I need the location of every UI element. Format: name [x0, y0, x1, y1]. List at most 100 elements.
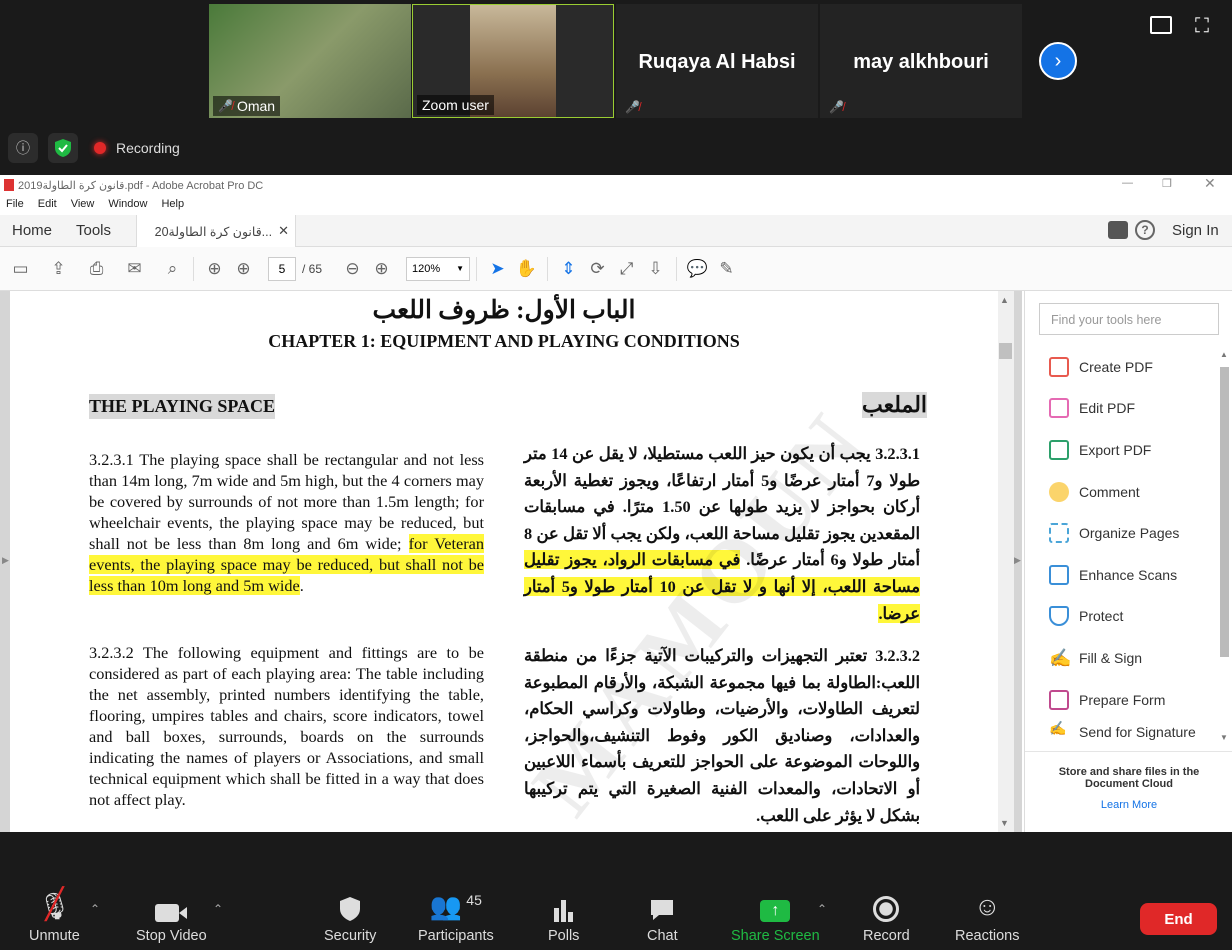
tool-export-pdf[interactable]: Export PDF — [1025, 429, 1217, 471]
tool-create-pdf[interactable]: Create PDF — [1025, 346, 1217, 388]
comment-tool-icon — [1049, 481, 1069, 502]
left-pane-toggle-icon[interactable]: ▶ — [2, 555, 9, 566]
tool-edit-pdf[interactable]: Edit PDF — [1025, 388, 1217, 430]
zoom-out-icon[interactable]: ⊖ — [338, 254, 367, 283]
zoom-in-icon[interactable]: ⊕ — [367, 254, 396, 283]
vertical-scrollbar[interactable]: ▲ ▼ — [998, 291, 1014, 832]
scroll-up-icon[interactable]: ▲ — [1220, 350, 1228, 359]
fullscreen-icon[interactable]: ⛶ — [1195, 15, 1209, 38]
menu-help[interactable]: Help — [161, 198, 184, 210]
chat-button[interactable]: Chat — [647, 892, 678, 944]
menu-edit[interactable]: Edit — [38, 198, 57, 210]
comment-icon[interactable]: 💬 — [683, 254, 712, 283]
tool-label: Fill & Sign — [1079, 649, 1143, 666]
restore-icon[interactable]: ❐ — [1162, 177, 1172, 190]
learn-more-link[interactable]: Learn More — [1043, 799, 1215, 811]
recording-dot-icon — [94, 142, 106, 154]
paragraph-1-english: 3.2.3.1 The playing space shall be recta… — [89, 449, 484, 596]
section-heading-arabic: الملعب — [862, 392, 928, 418]
zoom-level-select[interactable]: 120% ▼ — [406, 256, 471, 281]
close-icon[interactable]: ✕ — [1204, 175, 1216, 192]
polls-chart-icon — [553, 892, 575, 922]
audio-options-chevron-icon[interactable]: ⌃ — [90, 902, 100, 916]
scroll-down-icon[interactable]: ▼ — [1220, 733, 1228, 742]
tool-enhance-scans[interactable]: Enhance Scans — [1025, 554, 1217, 596]
record-icon — [873, 892, 900, 922]
info-icon[interactable]: ⓘ — [8, 133, 38, 163]
menu-file[interactable]: File — [6, 198, 24, 210]
window-title: قانون كرة الطاولة2019.pdf - Adobe Acroba… — [18, 179, 264, 192]
menu-window[interactable]: Window — [108, 198, 147, 210]
email-icon[interactable]: ✉ — [120, 254, 149, 283]
upload-icon[interactable]: ⇪ — [44, 254, 73, 283]
tool-organize-pages[interactable]: Organize Pages — [1025, 512, 1217, 554]
scroll-thumb[interactable] — [1220, 367, 1229, 657]
print-icon[interactable]: ⎙ — [82, 254, 111, 283]
prev-page-icon[interactable]: ⊕ — [200, 254, 229, 283]
share-options-chevron-icon[interactable]: ⌃ — [817, 902, 827, 916]
sign-in-link[interactable]: Sign In — [1172, 222, 1219, 239]
polls-button[interactable]: Polls — [548, 892, 579, 944]
page-number-input[interactable]: 5 — [268, 256, 296, 281]
acrobat-window: قانون كرة الطاولة2019.pdf - Adobe Acroba… — [0, 175, 1232, 832]
polls-label: Polls — [548, 928, 580, 944]
zoom-controls-bar: 🎙 ╱ Unmute ⌃ Stop Video ⌃ Security 👥 45 Part… — [0, 832, 1232, 950]
record-button[interactable]: Record — [863, 892, 910, 944]
save-icon[interactable]: ▭ — [6, 254, 35, 283]
participant-tile[interactable]: Ruqaya Al Habsi 🎤̸ — [616, 4, 818, 118]
tab-tools[interactable]: Tools — [76, 222, 111, 239]
menu-view[interactable]: View — [71, 198, 95, 210]
comment-bubble-icon[interactable] — [1108, 221, 1128, 239]
unmute-button[interactable]: 🎙 ╱ Unmute — [29, 888, 80, 944]
main-toolbar: ▭ ⇪ ⎙ ✉ ⌕ ⊕ ⊕ 5 / 65 ⊖ ⊕ 120% ▼ ➤ ✋ ⇕ ⟳ ⤢… — [0, 247, 1232, 291]
scroll-mode-icon[interactable]: ⇩ — [641, 254, 670, 283]
rotate-icon[interactable]: ⟳ — [583, 254, 612, 283]
cloud-promo-text: Store and share files in the Document Cl… — [1058, 766, 1200, 790]
right-pane-toggle-icon[interactable]: ▶ — [1014, 555, 1021, 566]
help-icon[interactable]: ? — [1135, 220, 1155, 240]
participant-tile[interactable]: may alkhbouri 🎤̸ — [820, 4, 1022, 118]
tool-comment[interactable]: Comment — [1025, 471, 1217, 513]
minimize-icon[interactable]: — — [1122, 177, 1133, 189]
tool-protect[interactable]: Protect — [1025, 596, 1217, 638]
view-layout-icon[interactable] — [1150, 16, 1172, 34]
section-heading-english: THE PLAYING SPACE — [89, 394, 276, 419]
video-options-chevron-icon[interactable]: ⌃ — [213, 902, 223, 916]
close-tab-icon[interactable]: ✕ — [278, 223, 289, 239]
scroll-up-icon[interactable]: ▲ — [1000, 295, 1009, 305]
scroll-thumb[interactable] — [999, 343, 1012, 359]
tools-search-input[interactable]: Find your tools here — [1039, 303, 1219, 335]
tool-send-signature[interactable]: ✍ Send for Signature — [1025, 720, 1217, 740]
hand-tool-icon[interactable]: ✋ — [512, 254, 541, 283]
participant-tile[interactable]: 🎤̸ Oman — [209, 4, 411, 118]
fit-page-icon[interactable]: ⇕ — [554, 254, 583, 283]
next-page-arrow-icon[interactable]: › — [1039, 42, 1077, 80]
select-cursor-icon[interactable]: ➤ — [483, 254, 512, 283]
tab-home[interactable]: Home — [12, 222, 52, 239]
chevron-down-icon: ▼ — [456, 264, 465, 273]
participants-button[interactable]: 👥 45 Participants — [418, 891, 494, 944]
share-screen-button[interactable]: ↑ Share Screen — [731, 892, 820, 944]
tab-document[interactable]: قانون كرة الطاولة20... ✕ — [136, 215, 296, 247]
participants-icon: 👥 45 — [429, 891, 482, 921]
reactions-button[interactable]: ☺ Reactions — [955, 891, 1019, 944]
highlight-pen-icon[interactable]: ✎ — [712, 254, 741, 283]
end-meeting-button[interactable]: End — [1140, 903, 1217, 935]
search-icon[interactable]: ⌕ — [158, 254, 187, 283]
tool-fill-sign[interactable]: ✍ Fill & Sign — [1025, 637, 1217, 679]
chapter-title-english: CHAPTER 1: EQUIPMENT AND PLAYING CONDITI… — [268, 331, 740, 351]
scroll-down-icon[interactable]: ▼ — [1000, 818, 1009, 828]
stop-video-button[interactable]: Stop Video — [136, 892, 207, 944]
tool-label: Create PDF — [1079, 358, 1153, 375]
shield-check-icon[interactable] — [48, 133, 78, 163]
security-button[interactable]: Security — [324, 892, 376, 944]
participant-tile-active[interactable]: Zoom user — [412, 4, 614, 118]
next-page-icon[interactable]: ⊕ — [229, 254, 258, 283]
fullscreen-mode-icon[interactable]: ⤢ — [612, 254, 641, 283]
tools-scrollbar[interactable]: ▲ ▼ — [1218, 350, 1231, 743]
participants-count: 45 — [466, 892, 482, 908]
tool-prepare-form[interactable]: Prepare Form — [1025, 679, 1217, 721]
share-screen-arrow-icon: ↑ — [760, 892, 791, 922]
page-total: / 65 — [302, 261, 323, 276]
zoom-level-value: 120% — [412, 262, 441, 275]
